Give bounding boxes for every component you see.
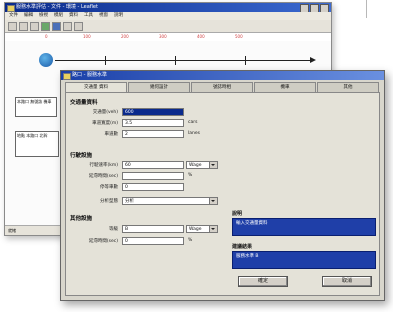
field-label: 交通量(veh) bbox=[92, 110, 118, 115]
field-label: 行駛速率(km) bbox=[89, 163, 118, 168]
toolbar bbox=[5, 20, 331, 33]
save-icon[interactable] bbox=[30, 22, 39, 31]
intersection-node[interactable]: 地點 本路口 北幹 bbox=[15, 131, 59, 157]
field-label: 車道數 bbox=[104, 132, 119, 137]
ruler-tick-label: 300 bbox=[159, 34, 167, 39]
ruler-tick-label: 400 bbox=[197, 34, 205, 39]
tab-panel: 交通量資料 交通量(veh) 600 車道寬度(m) 3.5 cars 車道數 … bbox=[65, 92, 380, 296]
ruler-tick-label: 0 bbox=[45, 34, 48, 39]
tab-motorcycle[interactable]: 機車 bbox=[254, 82, 316, 92]
select-value: Wage bbox=[189, 163, 202, 168]
section-title: 交通量資料 bbox=[70, 100, 98, 106]
field-unit: % bbox=[188, 173, 193, 178]
field-unit: lanes bbox=[188, 131, 200, 136]
dialog-icon bbox=[63, 73, 71, 80]
ruler-tick-label: 100 bbox=[83, 34, 91, 39]
app-icon bbox=[7, 5, 15, 12]
analysis-type-select[interactable]: 分析 bbox=[122, 197, 218, 205]
lane-width-input[interactable]: 3.5 bbox=[122, 119, 184, 127]
description-label: 說明 bbox=[232, 211, 243, 217]
route-node-marker[interactable] bbox=[175, 56, 176, 65]
menu-bar: 文件 編輯 檢視 模組 資料 工具 視窗 說明 bbox=[5, 12, 331, 20]
grade-unit-select[interactable]: Wage bbox=[186, 225, 218, 233]
field-unit: cars bbox=[188, 120, 198, 125]
select-value: 分析 bbox=[125, 199, 134, 204]
field-label: 延滯時間(sec) bbox=[88, 174, 118, 179]
field-label: 等級 bbox=[109, 227, 118, 232]
menu-help[interactable]: 說明 bbox=[114, 12, 123, 20]
grade-input[interactable]: B bbox=[122, 225, 184, 233]
queue-input[interactable]: 0 bbox=[122, 183, 184, 191]
route-node-marker[interactable] bbox=[245, 56, 246, 65]
result-label: 建議結果 bbox=[232, 244, 253, 250]
chevron-down-icon[interactable] bbox=[209, 198, 217, 204]
section-title: 其他設施 bbox=[70, 216, 93, 222]
menu-tools[interactable]: 工具 bbox=[84, 12, 93, 20]
section-title: 行駛設施 bbox=[70, 153, 93, 159]
lane-count-input[interactable]: 2 bbox=[122, 130, 184, 138]
tab-geometry[interactable]: 幾何設計 bbox=[128, 82, 190, 92]
ok-button[interactable]: 確定 bbox=[238, 276, 288, 287]
link-icon[interactable] bbox=[63, 22, 72, 31]
main-window-titlebar[interactable]: 服務水準評估 - 文件 - 環境 - Leaflet bbox=[5, 3, 331, 12]
cancel-button[interactable]: 取消 bbox=[322, 276, 372, 287]
ruler-tick-label: 200 bbox=[121, 34, 129, 39]
new-icon[interactable] bbox=[8, 22, 17, 31]
level-of-service-dialog: 路口 - 服務水準 交通量 資料 幾何設計 號誌時相 機車 其他 交通量資料 交… bbox=[60, 70, 385, 301]
chevron-down-icon[interactable] bbox=[209, 226, 217, 232]
globe-icon[interactable] bbox=[39, 53, 53, 67]
speed-unit-select[interactable]: Wage bbox=[186, 161, 218, 169]
intersection-node[interactable]: 本路口 無號誌 機車 bbox=[15, 97, 57, 117]
menu-data[interactable]: 資料 bbox=[69, 12, 78, 20]
field-label: 停等車數 bbox=[100, 185, 118, 190]
menu-window[interactable]: 視窗 bbox=[99, 12, 108, 20]
tab-signal-phase[interactable]: 號誌時相 bbox=[191, 82, 253, 92]
other-delay-input[interactable]: 0 bbox=[122, 237, 184, 245]
dialog-title: 路口 - 服務水準 bbox=[72, 72, 107, 78]
node-icon[interactable] bbox=[52, 22, 61, 31]
delay-input[interactable] bbox=[122, 172, 184, 180]
select-value: Wage bbox=[189, 227, 202, 232]
menu-file[interactable]: 文件 bbox=[9, 12, 18, 20]
tab-traffic-volume[interactable]: 交通量 資料 bbox=[65, 82, 127, 92]
open-icon[interactable] bbox=[19, 22, 28, 31]
tool-icon[interactable] bbox=[74, 22, 83, 31]
chevron-down-icon[interactable] bbox=[209, 162, 217, 168]
maximize-button[interactable] bbox=[310, 4, 319, 12]
main-window-title: 服務水準評估 - 文件 - 環境 - Leaflet bbox=[16, 4, 98, 10]
field-label: 延滯時間(sec) bbox=[88, 239, 118, 244]
divider-line bbox=[366, 0, 367, 18]
minimize-button[interactable] bbox=[300, 4, 309, 12]
ruler-tick-label: 500 bbox=[235, 34, 243, 39]
menu-edit[interactable]: 編輯 bbox=[24, 12, 33, 20]
dialog-tabs: 交通量 資料 幾何設計 號誌時相 機車 其他 bbox=[65, 82, 380, 92]
route-node-marker[interactable] bbox=[105, 56, 106, 65]
speed-input[interactable]: 60 bbox=[122, 161, 184, 169]
result-box: 服務水準 B bbox=[232, 251, 376, 269]
route-arrow-icon bbox=[310, 57, 316, 63]
traffic-volume-input[interactable]: 600 bbox=[122, 108, 184, 116]
field-label: 分析型態 bbox=[100, 199, 118, 204]
menu-view[interactable]: 檢視 bbox=[39, 12, 48, 20]
menu-module[interactable]: 模組 bbox=[54, 12, 63, 20]
field-unit: % bbox=[188, 238, 193, 243]
dialog-titlebar[interactable]: 路口 - 服務水準 bbox=[61, 71, 384, 80]
map-icon[interactable] bbox=[41, 22, 50, 31]
field-label: 車道寬度(m) bbox=[92, 121, 118, 126]
tab-other[interactable]: 其他 bbox=[317, 82, 379, 92]
description-box: 輸入交通量資料 bbox=[232, 218, 376, 236]
close-button[interactable] bbox=[320, 4, 329, 12]
route-line bbox=[55, 60, 313, 61]
